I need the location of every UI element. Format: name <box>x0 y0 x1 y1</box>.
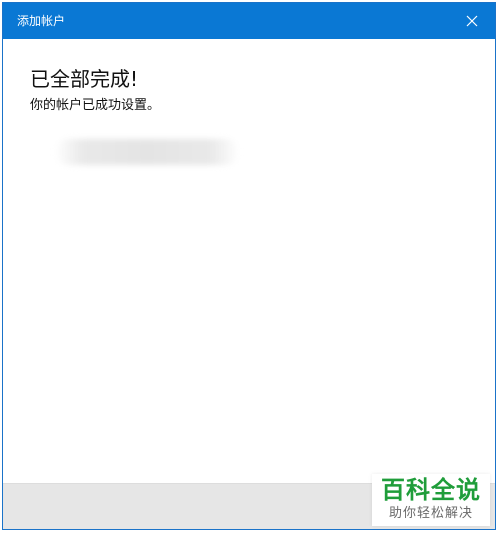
blurred-account-info <box>55 139 239 165</box>
completion-message: 你的帐户已成功设置。 <box>30 98 161 113</box>
window-title: 添加帐户 <box>17 14 66 28</box>
dialog-content: 已全部完成! 你的帐户已成功设置。 <box>3 39 495 485</box>
add-account-dialog: 添加帐户 已全部完成! 你的帐户已成功设置。 <box>2 2 496 530</box>
title-bar: 添加帐户 <box>3 3 495 39</box>
watermark-main-text: 百科全说 <box>381 476 481 504</box>
completion-heading: 已全部完成! <box>30 67 139 91</box>
close-icon <box>466 15 478 27</box>
watermark-sub-text: 助你轻松解决 <box>388 506 473 521</box>
watermark-logo: 百科全说 助你轻松解决 <box>372 474 490 526</box>
close-button[interactable] <box>449 3 495 39</box>
